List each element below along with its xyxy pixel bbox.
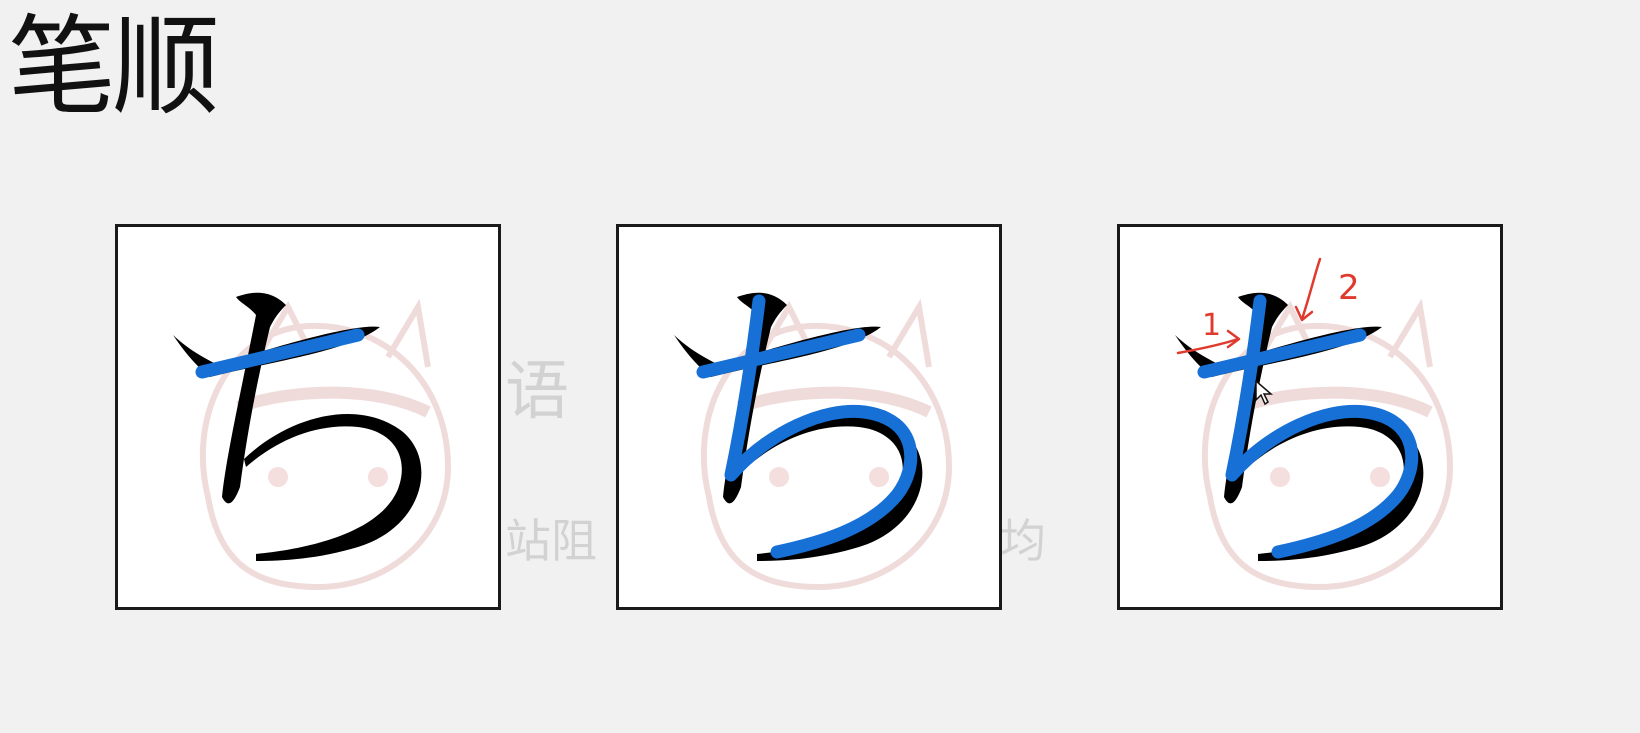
stroke-order-number-1: 1 [1202,308,1221,343]
stroke-vertical [222,292,286,504]
stroke-order-number-2: 2 [1338,268,1360,308]
kana-panel-traced [616,224,1002,610]
watermark-text: 站阻 [505,514,597,568]
kana-panel-plain [115,224,501,610]
page-title: 笔顺 [8,5,220,130]
kana-glyph-chi: 1 2 [1175,257,1424,561]
kana-glyph-chi [674,292,923,561]
mouse-cursor-icon [1255,380,1274,406]
watermark-text: 语 [505,355,569,429]
kana-panel-annotated: 1 2 [1117,224,1503,610]
trace-stroke-1 [1197,328,1367,379]
trace-stroke-1 [195,328,365,379]
trace-stroke-1 [696,328,866,379]
watermark-text: 均 [1000,514,1046,568]
stroke-bowl [244,414,422,561]
arrow-2-icon [1300,257,1322,321]
kana-glyph-chi [173,292,422,561]
